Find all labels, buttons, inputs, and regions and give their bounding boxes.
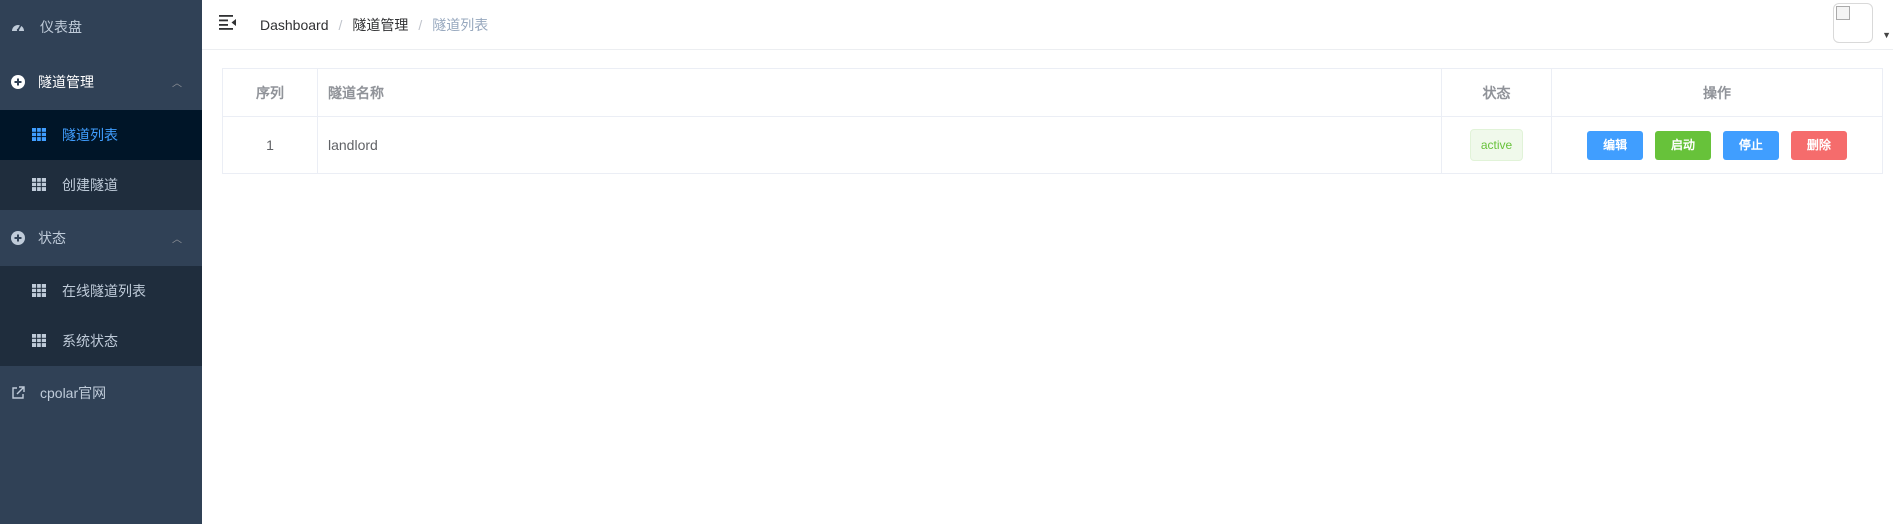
cell-actions: 编辑 启动 停止 删除 <box>1551 116 1883 174</box>
stop-button[interactable]: 停止 <box>1722 130 1779 160</box>
edit-button[interactable]: 编辑 <box>1587 130 1644 160</box>
menu-item-cpolar-site[interactable]: cpolar官网 <box>0 366 202 420</box>
submenu-status[interactable]: 状态 ︿ <box>0 210 202 266</box>
caret-down-icon[interactable]: ▼ <box>1882 30 1891 40</box>
menu-item-dashboard-label: 仪表盘 <box>40 19 82 35</box>
breadcrumb-section[interactable]: 隧道管理 <box>352 15 408 35</box>
chevron-up-icon: ︿ <box>172 234 182 246</box>
avatar[interactable] <box>1833 3 1873 43</box>
broken-image-icon <box>1836 6 1850 20</box>
table-row: 1 landlord active 编辑 启动 停止 删除 <box>222 116 1883 174</box>
table-grid-icon <box>32 178 46 192</box>
submenu-status-title: 状态 <box>38 230 66 246</box>
column-header-index: 序列 <box>222 68 318 117</box>
sidebar-item-label: 在线隧道列表 <box>62 283 146 299</box>
submenu-tunnel-management-title: 隧道管理 <box>38 74 94 90</box>
submenu-status-list: 在线隧道列表 系统状态 <box>0 266 202 366</box>
menu-fold-icon[interactable] <box>219 14 239 32</box>
plus-circle-icon <box>10 230 26 246</box>
delete-button[interactable]: 删除 <box>1790 130 1847 160</box>
navbar: Dashboard / 隧道管理 / 隧道列表 ▼ <box>202 0 1893 50</box>
breadcrumb-separator: / <box>418 17 423 33</box>
menu-item-dashboard[interactable]: 仪表盘 <box>0 0 202 54</box>
table-grid-icon <box>32 334 46 348</box>
sidebar-item-tunnel-list[interactable]: 隧道列表 <box>0 110 202 160</box>
cell-status: active <box>1441 116 1552 174</box>
table-grid-icon <box>32 284 46 298</box>
sidebar-item-create-tunnel[interactable]: 创建隧道 <box>0 160 202 210</box>
status-badge: active <box>1469 129 1524 161</box>
sidebar-item-system-status[interactable]: 系统状态 <box>0 316 202 366</box>
plus-circle-icon <box>10 74 26 90</box>
breadcrumb: Dashboard / 隧道管理 / 隧道列表 <box>260 15 488 35</box>
chevron-up-icon: ︿ <box>172 78 182 90</box>
column-header-actions: 操作 <box>1551 68 1883 117</box>
column-header-name: 隧道名称 <box>317 68 1442 117</box>
sidebar: 仪表盘 隧道管理 ︿ 隧道列表 创建隧道 状态 ︿ 在线隧道列表 系统状态 cp… <box>0 0 202 524</box>
submenu-tunnel-management[interactable]: 隧道管理 ︿ <box>0 54 202 110</box>
column-header-status: 状态 <box>1441 68 1552 117</box>
external-link-icon <box>10 385 26 401</box>
speedometer-icon <box>10 19 26 35</box>
sidebar-item-label: 隧道列表 <box>62 127 118 143</box>
table-grid-icon <box>32 128 46 142</box>
start-button[interactable]: 启动 <box>1655 130 1712 160</box>
breadcrumb-home[interactable]: Dashboard <box>260 17 329 33</box>
submenu-tunnel-list: 隧道列表 创建隧道 <box>0 110 202 210</box>
cell-tunnel-name: landlord <box>317 116 1442 174</box>
breadcrumb-current: 隧道列表 <box>432 17 489 33</box>
sidebar-item-label: 创建隧道 <box>62 177 118 193</box>
sidebar-item-online-tunnels[interactable]: 在线隧道列表 <box>0 266 202 316</box>
tunnel-table: 序列 隧道名称 状态 操作 1 landlord active 编辑 启动 停止… <box>222 68 1883 174</box>
sidebar-item-label: 系统状态 <box>62 333 118 349</box>
breadcrumb-separator: / <box>338 17 343 33</box>
table-header-row: 序列 隧道名称 状态 操作 <box>222 68 1883 117</box>
cell-index: 1 <box>222 116 318 174</box>
menu-item-cpolar-site-label: cpolar官网 <box>40 385 107 401</box>
main-content: 序列 隧道名称 状态 操作 1 landlord active 编辑 启动 停止… <box>222 68 1883 174</box>
